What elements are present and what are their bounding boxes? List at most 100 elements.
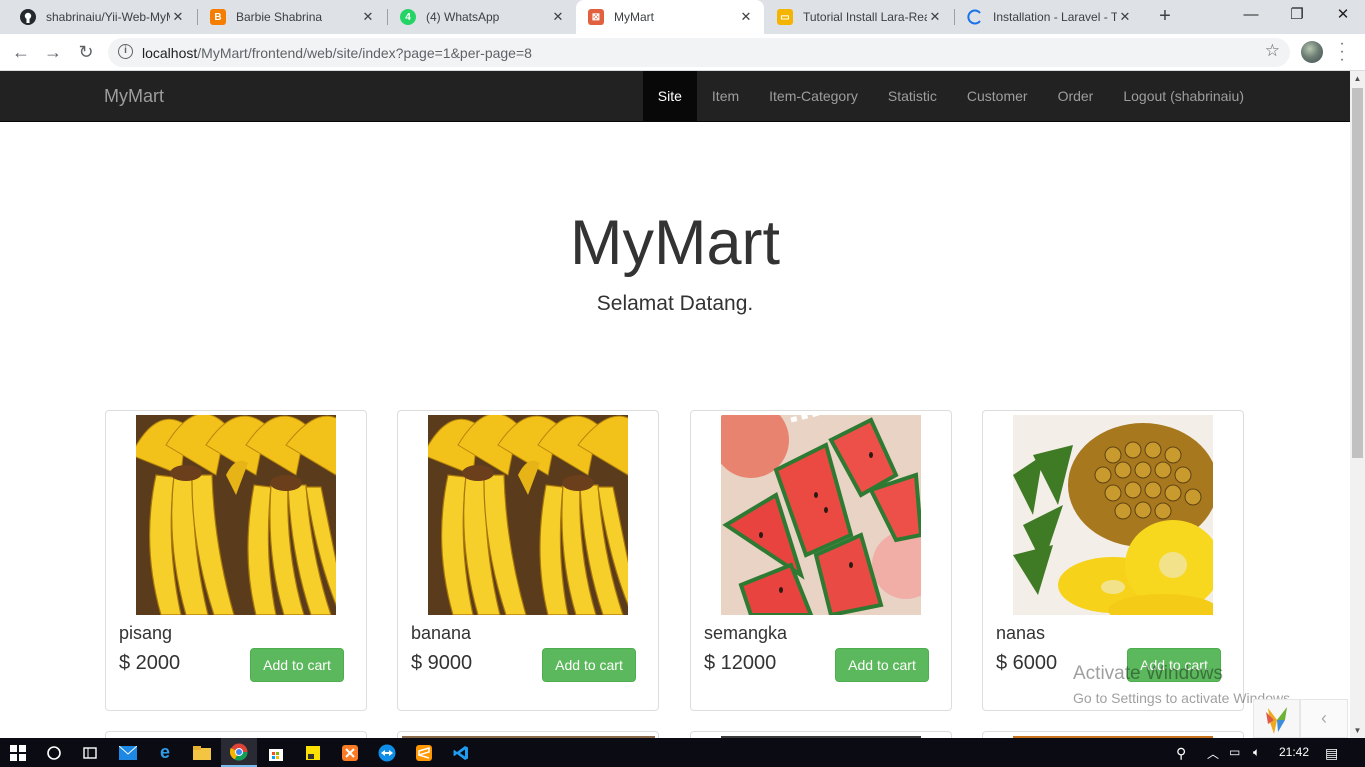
scroll-down-icon[interactable]: ▼ <box>1350 726 1365 735</box>
tab-title: Installation - Laravel - T <box>993 10 1117 24</box>
jumbotron: MyMart Selamat Datang. <box>0 201 1350 316</box>
product-price: $ 9000 <box>411 652 473 674</box>
welcome-text: Selamat Datang. <box>596 292 754 315</box>
tab-title: MyMart <box>614 10 654 24</box>
browser-tab-github[interactable]: shabrinaiu/Yii-Web-MyM ✕ <box>8 0 196 34</box>
windows-taskbar: e ⚲ ︿ ▭ 🔈︎ 21:42 ▤ <box>0 738 1365 767</box>
yii-debug-badge[interactable] <box>1253 699 1300 738</box>
nav-site[interactable]: Site <box>642 71 697 121</box>
add-to-cart-button[interactable]: Add to cart <box>250 648 344 682</box>
sticky-notes-icon[interactable] <box>295 738 331 767</box>
nav-order[interactable]: Order <box>1043 71 1109 121</box>
product-card: semangka $ 12000 Add to cart <box>690 410 952 711</box>
pineapple-image <box>1013 415 1213 615</box>
product-name: semangka <box>704 623 788 643</box>
browser-tab-whatsapp[interactable]: 4 (4) WhatsApp ✕ <box>388 0 576 34</box>
mail-icon[interactable] <box>110 738 146 767</box>
chrome-icon[interactable] <box>221 738 257 767</box>
browser-tab-strip: shabrinaiu/Yii-Web-MyM ✕ B Barbie Shabri… <box>0 0 1365 34</box>
nav-customer[interactable]: Customer <box>952 71 1043 121</box>
task-view-icon[interactable] <box>72 738 108 767</box>
slides-icon: ▭ <box>777 9 793 25</box>
product-price: $ 2000 <box>119 652 181 674</box>
page-title: MyMart <box>570 208 780 278</box>
sublime-icon[interactable] <box>406 738 442 767</box>
add-to-cart-button[interactable]: Add to cart <box>835 648 929 682</box>
whatsapp-icon: 4 <box>400 9 416 25</box>
product-card <box>105 731 367 738</box>
menu-kebab-icon[interactable]: · · · <box>1336 36 1348 68</box>
restore-icon[interactable]: ❐ <box>1274 0 1320 34</box>
nav-item-category[interactable]: Item-Category <box>754 71 873 121</box>
volume-icon[interactable]: 🔈︎ <box>1253 745 1260 760</box>
add-to-cart-button[interactable]: Add to cart <box>542 648 636 682</box>
network-icon[interactable]: ▭ <box>1229 745 1240 759</box>
chevron-left-icon[interactable]: ‹ <box>1300 699 1348 738</box>
notification-icon[interactable]: ▤ <box>1325 745 1338 762</box>
nav-item[interactable]: Item <box>697 71 754 121</box>
bookmark-star-icon[interactable]: ☆ <box>1265 41 1280 61</box>
xampp-icon: ⊠ <box>588 9 604 25</box>
product-card: pisang $ 2000 Add to cart <box>105 410 367 711</box>
tab-title: Barbie Shabrina <box>236 10 323 24</box>
store-icon[interactable] <box>258 738 294 767</box>
site-navbar: MyMart Site Item Item-Category Statistic… <box>0 71 1350 122</box>
scroll-up-icon[interactable]: ▲ <box>1350 74 1365 83</box>
close-icon[interactable]: ✕ <box>927 9 943 25</box>
tab-title: shabrinaiu/Yii-Web-MyM <box>46 10 170 24</box>
navbar-brand[interactable]: MyMart <box>104 86 164 107</box>
people-icon[interactable]: ⚲ <box>1176 745 1186 762</box>
product-card <box>690 731 952 738</box>
product-name: pisang <box>119 623 173 643</box>
tab-title: Tutorial Install Lara-Rea <box>803 10 927 24</box>
banana-image <box>136 415 336 615</box>
new-tab-button[interactable]: + <box>1153 5 1177 29</box>
watermark-title: Activate Windows <box>1073 663 1223 684</box>
nav-logout[interactable]: Logout (shabrinaiu) <box>1108 71 1259 121</box>
browser-tab-blogger[interactable]: B Barbie Shabrina ✕ <box>198 0 386 34</box>
url-text[interactable]: localhost/MyMart/frontend/web/site/index… <box>142 45 532 61</box>
back-arrow-icon[interactable]: ← <box>8 40 34 66</box>
browser-toolbar: ← → ↻ i localhost/MyMart/frontend/web/si… <box>0 34 1365 71</box>
minimize-icon[interactable]: — <box>1228 0 1274 34</box>
vscode-icon[interactable] <box>443 738 479 767</box>
window-close-icon[interactable]: ✕ <box>1320 0 1365 34</box>
teamviewer-icon[interactable] <box>369 738 405 767</box>
nav-statistic[interactable]: Statistic <box>873 71 952 121</box>
edge-icon[interactable]: e <box>147 738 183 767</box>
close-icon[interactable]: ✕ <box>738 9 754 25</box>
browser-tab-slides[interactable]: ▭ Tutorial Install Lara-Rea ✕ <box>765 0 953 34</box>
loading-icon <box>967 9 983 25</box>
windows-start-icon[interactable] <box>0 738 36 767</box>
browser-tab-laravel[interactable]: Installation - Laravel - T ✕ <box>955 0 1143 34</box>
product-card <box>397 731 659 738</box>
browser-tab-mymart[interactable]: ⊠ MyMart ✕ <box>576 0 764 34</box>
url-host: localhost <box>142 45 198 61</box>
product-card <box>982 731 1244 738</box>
xampp-icon[interactable] <box>332 738 368 767</box>
product-name: nanas <box>996 623 1046 643</box>
address-bar[interactable]: i localhost/MyMart/frontend/web/site/ind… <box>108 38 1290 67</box>
info-icon[interactable]: i <box>118 44 133 59</box>
product-card: banana $ 9000 Add to cart <box>397 410 659 711</box>
navbar-links: Site Item Item-Category Statistic Custom… <box>642 71 1259 121</box>
forward-arrow-icon[interactable]: → <box>40 40 66 66</box>
close-icon[interactable]: ✕ <box>1117 9 1133 25</box>
product-price: $ 12000 <box>704 652 777 674</box>
yii-logo-icon <box>1266 707 1287 734</box>
scrollbar-thumb[interactable] <box>1352 88 1363 458</box>
search-circle-icon[interactable] <box>36 738 72 767</box>
blogger-icon: B <box>210 9 226 25</box>
page-scrollbar[interactable]: ▲ ▼ <box>1350 71 1365 738</box>
taskbar-clock[interactable]: 21:42 <box>1279 745 1309 759</box>
reload-icon[interactable]: ↻ <box>73 40 99 66</box>
profile-avatar[interactable] <box>1301 41 1323 63</box>
page-viewport: MyMart Site Item Item-Category Statistic… <box>0 71 1350 738</box>
close-icon[interactable]: ✕ <box>550 9 566 25</box>
product-name: banana <box>411 623 472 643</box>
tray-chevron-up-icon[interactable]: ︿ <box>1207 745 1219 762</box>
file-explorer-icon[interactable] <box>184 738 220 767</box>
close-icon[interactable]: ✕ <box>170 9 186 25</box>
banana-image <box>428 415 628 615</box>
close-icon[interactable]: ✕ <box>360 9 376 25</box>
